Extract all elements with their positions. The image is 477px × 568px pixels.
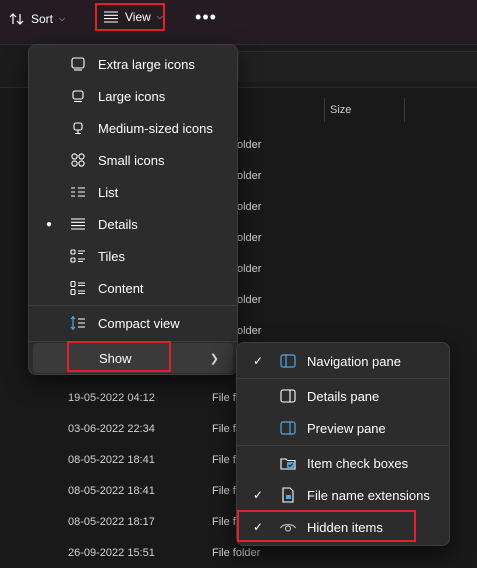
- menu-separator: [29, 305, 237, 306]
- menu-item-label: Preview pane: [307, 420, 386, 436]
- column-divider[interactable]: [324, 98, 325, 122]
- menu-item-label: Compact view: [98, 315, 180, 331]
- menu-item-label: Large icons: [98, 88, 166, 104]
- date-cell: 26-09-2022 15:51: [68, 547, 155, 559]
- menu-item-navigation-pane[interactable]: ✓ Navigation pane: [241, 346, 445, 376]
- menu-item-preview-pane[interactable]: Preview pane: [241, 413, 445, 443]
- type-cell: older: [237, 325, 262, 337]
- menu-item-label: File name extensions: [307, 487, 430, 503]
- sort-button[interactable]: Sort ⌵: [9, 6, 65, 32]
- compact-icon: [69, 314, 87, 332]
- sort-icon: [9, 12, 25, 26]
- menu-item-compact-view[interactable]: Compact view: [33, 308, 233, 338]
- grid-icon: [69, 151, 87, 169]
- menu-item-label: Medium-sized icons: [98, 120, 213, 136]
- monitor-stand-icon: [69, 119, 87, 137]
- menu-item-label: Small icons: [98, 152, 165, 168]
- type-cell: File f: [212, 485, 236, 497]
- view-label: View: [125, 10, 151, 24]
- type-cell: older: [237, 263, 262, 275]
- file-icon: [279, 486, 297, 504]
- highlight-hidden-items-box: [237, 510, 416, 542]
- view-button[interactable]: View ⌵: [95, 3, 165, 31]
- command-bar: Sort ⌵ View ⌵ •••: [0, 0, 477, 45]
- details-icon: [69, 215, 87, 233]
- type-cell: File f: [212, 516, 236, 528]
- date-cell: 19-05-2022 04:12: [68, 392, 155, 404]
- menu-item-content[interactable]: Content: [33, 273, 233, 303]
- highlight-show-box: [67, 341, 171, 372]
- menu-item-label: Details pane: [307, 388, 380, 404]
- type-cell: older: [237, 201, 262, 213]
- sort-label: Sort: [31, 12, 54, 26]
- type-cell: older: [237, 232, 262, 244]
- details-pane-icon: [279, 387, 297, 405]
- type-cell: older: [237, 139, 262, 151]
- date-cell: 08-05-2022 18:41: [68, 454, 155, 466]
- checkmark-icon: ✓: [253, 354, 264, 368]
- menu-item-label: Details: [98, 216, 138, 232]
- view-menu: Extra large icons Large icons Medium-siz…: [28, 44, 238, 375]
- type-cell: older: [237, 294, 262, 306]
- type-cell: File f: [212, 454, 236, 466]
- navigation-pane-icon: [279, 352, 297, 370]
- menu-item-label: List: [98, 184, 119, 200]
- menu-item-large-icons[interactable]: Large icons: [33, 81, 233, 111]
- content-icon: [69, 279, 87, 297]
- menu-item-item-check-boxes[interactable]: Item check boxes: [241, 448, 445, 478]
- menu-item-small-icons[interactable]: Small icons: [33, 145, 233, 175]
- monitor-icon: [69, 55, 87, 73]
- search-area[interactable]: [238, 51, 477, 82]
- list-icon: [69, 183, 87, 201]
- chevron-down-icon: ⌵: [156, 12, 163, 21]
- column-divider[interactable]: [404, 98, 405, 122]
- type-cell: File f: [212, 392, 236, 404]
- chevron-down-icon: ⌵: [59, 14, 66, 23]
- menu-item-label: Navigation pane: [307, 353, 401, 369]
- type-cell: File f: [212, 423, 236, 435]
- menu-item-label: Content: [98, 280, 144, 296]
- date-cell: 08-05-2022 18:41: [68, 485, 155, 497]
- more-icon: •••: [195, 6, 217, 27]
- monitor-icon: [69, 87, 87, 105]
- menu-item-medium-sized-icons[interactable]: Medium-sized icons: [33, 113, 233, 143]
- chevron-right-icon: ❯: [209, 352, 219, 365]
- checkmark-icon: ✓: [253, 488, 264, 502]
- menu-item-list[interactable]: List: [33, 177, 233, 207]
- date-cell: 03-06-2022 22:34: [68, 423, 155, 435]
- menu-item-extra-large-icons[interactable]: Extra large icons: [33, 49, 233, 79]
- menu-item-label: Item check boxes: [307, 455, 409, 471]
- selected-bullet-icon: ●: [46, 218, 53, 230]
- menu-item-label: Tiles: [98, 248, 125, 264]
- size-column-header[interactable]: Size: [330, 104, 351, 116]
- date-cell: 08-05-2022 18:17: [68, 516, 155, 528]
- type-cell: older: [237, 170, 262, 182]
- menu-separator: [237, 378, 449, 379]
- menu-item-details[interactable]: ● Details: [33, 209, 233, 239]
- menu-separator: [237, 445, 449, 446]
- checkbox-icon: [279, 454, 297, 472]
- menu-item-details-pane[interactable]: Details pane: [241, 381, 445, 411]
- preview-pane-icon: [279, 419, 297, 437]
- type-cell: File folder: [212, 547, 261, 559]
- tiles-icon: [69, 247, 87, 265]
- more-options-button[interactable]: •••: [194, 4, 218, 30]
- menu-item-label: Extra large icons: [98, 56, 195, 72]
- menu-item-tiles[interactable]: Tiles: [33, 241, 233, 271]
- menu-item-file-name-extensions[interactable]: ✓ File name extensions: [241, 480, 445, 510]
- view-icon: [103, 11, 119, 23]
